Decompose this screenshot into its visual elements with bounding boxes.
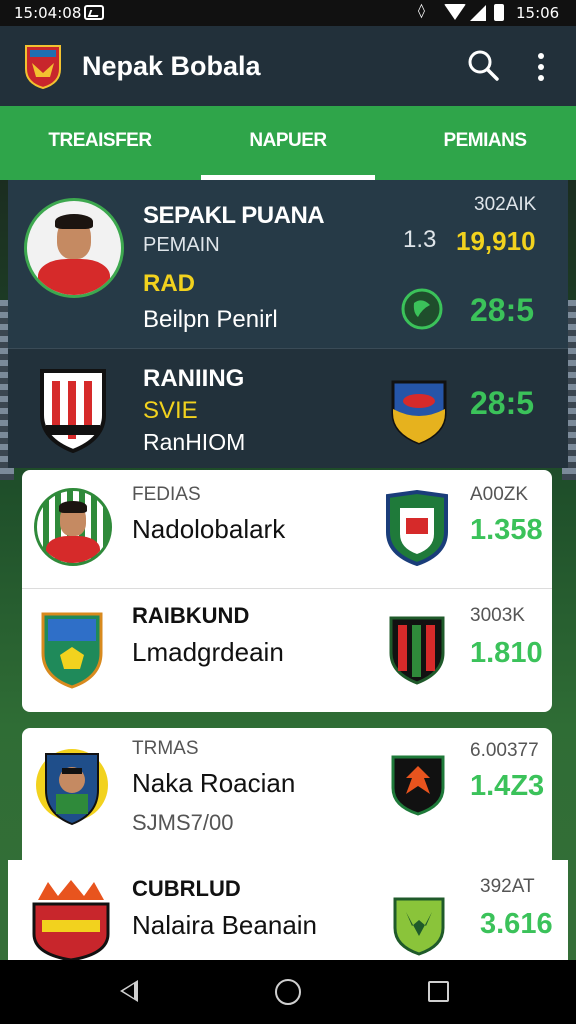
- ranking-score: 28:5: [470, 385, 535, 421]
- recent-apps-icon[interactable]: [428, 981, 449, 1002]
- vibrate-icon: ◊: [418, 3, 425, 19]
- list-item-value: 1.810: [470, 637, 543, 669]
- featured-player-card[interactable]: SEPAKL PUANA PEMAIN RAD Beilpn Penirl 30…: [8, 180, 568, 348]
- signal-icon: [470, 5, 486, 21]
- list-item[interactable]: RAIBKUND Lmadgrdeain 3003K 1.810: [22, 589, 552, 712]
- search-icon[interactable]: [466, 48, 500, 82]
- tab-treaisfer[interactable]: TREAISFER: [30, 130, 170, 152]
- list-item[interactable]: CUBRLUD Nalaira Beanain 392AT 3.616: [8, 860, 568, 960]
- app-bar: Nepak Bobala: [0, 26, 576, 106]
- ranking-subtitle: RanHIOM: [143, 429, 246, 455]
- club-crest-icon: [393, 897, 445, 956]
- message-icon: [84, 5, 104, 20]
- app-logo: [25, 45, 61, 89]
- status-time: 15:06: [516, 4, 560, 22]
- tab-napuer[interactable]: NAPUER: [205, 130, 371, 152]
- ranking-card[interactable]: RANIING SVIE RanHIOM 28:5: [8, 348, 568, 468]
- content-area: SEPAKL PUANA PEMAIN RAD Beilpn Penirl 30…: [0, 180, 576, 960]
- player-value-b: 19,910: [456, 226, 536, 256]
- player-value-a: 1.3: [403, 226, 437, 253]
- player-avatar: [34, 488, 112, 566]
- status-bar: 15:04:08 ◊ 15:06: [0, 0, 576, 26]
- club-crest-icon: [40, 369, 106, 453]
- list-item-name: Nalaira Beanain: [132, 910, 318, 940]
- status-time-left: 15:04:08: [14, 4, 82, 22]
- list-item-label: FEDIAS: [132, 484, 201, 505]
- back-icon[interactable]: [120, 980, 138, 1002]
- player-role: PEMAIN: [143, 234, 220, 256]
- ranking-title: RANIING: [143, 365, 245, 392]
- list-item-name: Naka Roacian: [132, 768, 296, 798]
- player-avatar: [24, 198, 124, 298]
- list-item-code: A00ZK: [470, 484, 529, 505]
- tab-pemians[interactable]: PEMIANS: [410, 130, 560, 152]
- list-item-name: Nadolobalark: [132, 514, 286, 544]
- list-item-code: 3003K: [470, 605, 525, 626]
- wifi-icon: [444, 4, 466, 20]
- home-icon[interactable]: [275, 979, 301, 1005]
- club-crest-icon: [386, 490, 448, 566]
- more-options-icon[interactable]: [528, 50, 554, 84]
- battery-icon: [494, 4, 504, 21]
- list-item-sub: SJMS7/00: [132, 810, 234, 835]
- list-item-label: CUBRLUD: [132, 876, 241, 901]
- club-crest-icon: [36, 749, 108, 826]
- list-item-name: Lmadgrdeain: [132, 637, 284, 667]
- player-subtitle: Beilpn Penirl: [143, 306, 278, 333]
- list-item-value: 1.4Z3: [470, 770, 545, 802]
- list-item-code: 6.00377: [470, 740, 539, 761]
- list-item-code: 392AT: [480, 876, 535, 897]
- club-crest-icon: [391, 755, 445, 816]
- football-icon: [401, 288, 443, 330]
- list-item-value: 1.358: [470, 514, 543, 546]
- opponent-crest-icon: [391, 380, 447, 445]
- list-item[interactable]: FEDIAS Nadolobalark A00ZK 1.358: [22, 470, 552, 588]
- list-item-label: TRMAS: [132, 738, 199, 759]
- tab-bar: TREAISFER NAPUER PEMIANS: [0, 106, 576, 180]
- ranking-tag: SVIE: [143, 397, 198, 424]
- list-item-value: 3.616: [480, 908, 553, 940]
- club-crest-icon: [41, 612, 103, 689]
- player-list-card: FEDIAS Nadolobalark A00ZK 1.358 RAIBKUND…: [22, 470, 552, 712]
- app-title: Nepak Bobala: [82, 51, 261, 81]
- club-crest-icon: [32, 880, 110, 960]
- player-tag: RAD: [143, 270, 195, 297]
- system-nav-bar: [0, 960, 576, 1024]
- player-name: SEPAKL PUANA: [143, 202, 325, 229]
- club-crest-icon: [389, 616, 445, 685]
- list-item-label: RAIBKUND: [132, 603, 250, 628]
- player-code: 302AIK: [474, 194, 537, 215]
- player-score: 28:5: [470, 292, 535, 328]
- list-item[interactable]: TRMAS Naka Roacian SJMS7/00 6.00377 1.4Z…: [22, 728, 552, 860]
